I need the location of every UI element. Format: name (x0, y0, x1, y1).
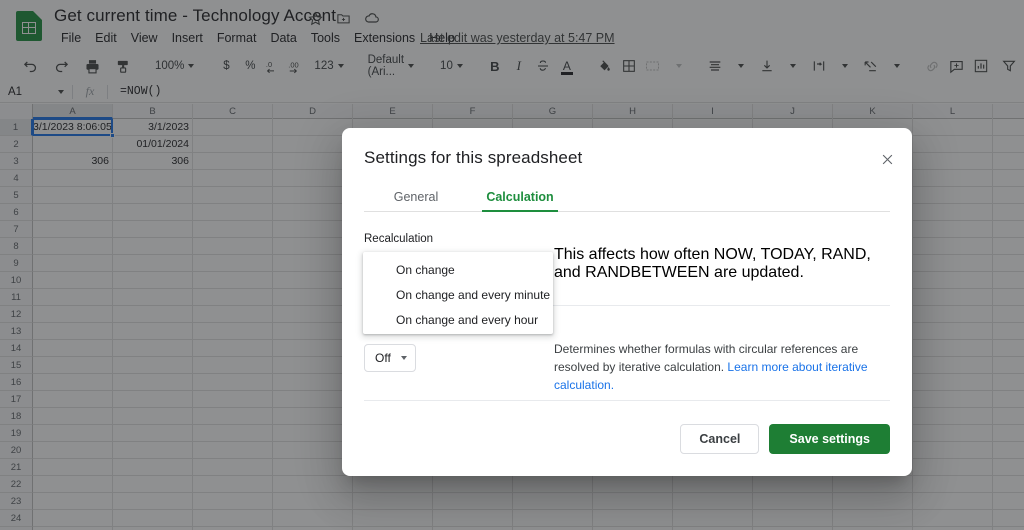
google-sheets-window: Get current time - Technology Accent (0, 0, 1024, 530)
chevron-down-icon (400, 356, 407, 360)
recalculation-dropdown-menu: On change On change and every minute On … (363, 252, 553, 334)
tab-general[interactable]: General (364, 184, 468, 212)
close-icon[interactable] (876, 148, 898, 170)
menu-option-on-change-every-minute[interactable]: On change and every minute (363, 283, 553, 308)
menu-option-on-change[interactable]: On change (363, 258, 553, 283)
dialog-title: Settings for this spreadsheet (364, 148, 583, 167)
menu-option-on-change-every-hour[interactable]: On change and every hour (363, 308, 553, 333)
dialog-actions: Cancel Save settings (680, 424, 890, 454)
recalculation-description: This affects how often NOW, TODAY, RAND,… (554, 246, 871, 281)
recalculation-section: Recalculation (364, 233, 890, 245)
section-divider-2 (364, 400, 890, 401)
iterative-calculation-select[interactable]: Off (364, 344, 416, 372)
iterative-description: Determines whether formulas with circula… (554, 340, 890, 394)
cancel-button[interactable]: Cancel (680, 424, 760, 454)
tab-calculation[interactable]: Calculation (468, 184, 572, 212)
save-settings-button[interactable]: Save settings (769, 424, 890, 454)
iterative-calculation-value: Off (375, 351, 391, 365)
recalculation-label: Recalculation (364, 233, 434, 245)
dialog-tabs: General Calculation (364, 184, 890, 212)
